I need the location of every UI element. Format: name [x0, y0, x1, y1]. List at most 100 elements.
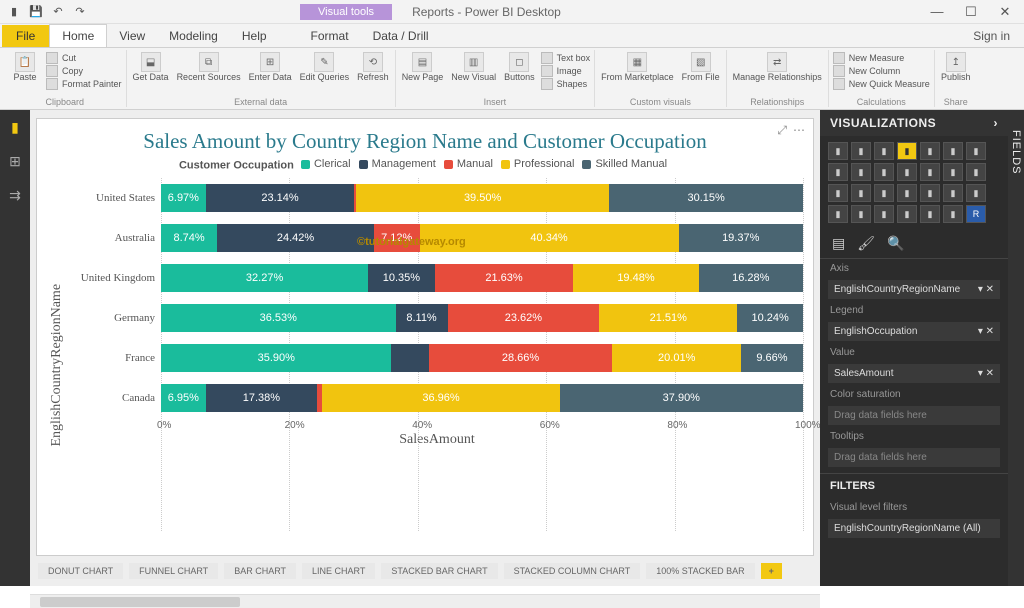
- tab-home[interactable]: Home: [49, 24, 107, 47]
- add-page-button[interactable]: +: [761, 563, 782, 579]
- bar-segment[interactable]: 24.42%: [217, 224, 374, 252]
- bar-segment[interactable]: 6.95%: [161, 384, 206, 412]
- bar-segment[interactable]: 19.37%: [679, 224, 803, 252]
- viz-pane-header[interactable]: VISUALIZATIONS›: [820, 110, 1008, 136]
- tab-help[interactable]: Help: [230, 25, 279, 47]
- viz-type-icon[interactable]: ▮: [874, 205, 894, 223]
- viz-type-icon[interactable]: ▮: [828, 163, 848, 181]
- bar-segment[interactable]: 6.97%: [161, 184, 206, 212]
- bar-segment[interactable]: 8.11%: [396, 304, 448, 332]
- viz-type-icon[interactable]: ▮: [966, 142, 986, 160]
- bar-segment[interactable]: 37.90%: [560, 384, 803, 412]
- format-tab-icon[interactable]: 🖌: [857, 235, 875, 252]
- viz-type-icon[interactable]: ▮: [828, 142, 848, 160]
- quick-measure-button[interactable]: New Quick Measure: [833, 78, 930, 90]
- page-tab[interactable]: LINE CHART: [302, 563, 375, 579]
- page-tab[interactable]: 100% STACKED BAR: [646, 563, 754, 579]
- viz-type-icon[interactable]: ▮: [920, 205, 940, 223]
- bar-segment[interactable]: 21.63%: [435, 264, 574, 292]
- bar-segment[interactable]: 36.96%: [322, 384, 559, 412]
- viz-type-icon[interactable]: ▮: [851, 163, 871, 181]
- bar-segment[interactable]: 36.53%: [161, 304, 396, 332]
- viz-type-icon[interactable]: R: [966, 205, 986, 223]
- filter-item[interactable]: EnglishCountryRegionName (All): [828, 519, 1000, 538]
- page-tab[interactable]: BAR CHART: [224, 563, 296, 579]
- maximize-button[interactable]: ☐: [956, 2, 986, 22]
- undo-icon[interactable]: ↶: [48, 2, 68, 22]
- cut-button[interactable]: Cut: [46, 52, 76, 64]
- viz-type-icon[interactable]: ▮: [966, 184, 986, 202]
- axis-field-well[interactable]: EnglishCountryRegionName▾ ✕: [828, 280, 1000, 299]
- minimize-button[interactable]: —: [922, 2, 952, 22]
- viz-type-icon[interactable]: ▮: [874, 142, 894, 160]
- save-icon[interactable]: 💾: [26, 2, 46, 22]
- viz-type-icon[interactable]: ▮: [851, 205, 871, 223]
- bar-segment[interactable]: 19.48%: [573, 264, 698, 292]
- page-tab[interactable]: DONUT CHART: [38, 563, 123, 579]
- from-file-button[interactable]: ▧From File: [680, 50, 722, 85]
- page-tab[interactable]: FUNNEL CHART: [129, 563, 218, 579]
- visual-container[interactable]: ⤢ ⋯ Sales Amount by Country Region Name …: [36, 118, 814, 556]
- fields-tab-icon[interactable]: ▤: [832, 235, 845, 252]
- image-button[interactable]: Image: [541, 65, 582, 77]
- new-page-button[interactable]: ▤New Page: [400, 50, 446, 85]
- legend-item[interactable]: Skilled Manual: [582, 158, 667, 170]
- buttons-button[interactable]: ◻Buttons: [502, 50, 537, 85]
- legend-item[interactable]: Clerical: [301, 158, 351, 170]
- viz-type-icon[interactable]: ▮: [966, 163, 986, 181]
- bar-segment[interactable]: [391, 344, 428, 372]
- manage-rel-button[interactable]: ⇄Manage Relationships: [731, 50, 824, 85]
- shapes-button[interactable]: Shapes: [541, 78, 588, 90]
- model-view-icon[interactable]: ⇉: [0, 178, 30, 212]
- format-painter-button[interactable]: Format Painter: [46, 78, 122, 90]
- viz-type-icon[interactable]: ▮: [897, 205, 917, 223]
- page-tab[interactable]: STACKED BAR CHART: [381, 563, 497, 579]
- bar-segment[interactable]: 28.66%: [429, 344, 613, 372]
- bar-segment[interactable]: 16.28%: [699, 264, 804, 292]
- tab-view[interactable]: View: [107, 25, 157, 47]
- new-column-button[interactable]: New Column: [833, 65, 901, 77]
- tooltips-field-well[interactable]: Drag data fields here: [828, 448, 1000, 467]
- bar-segment[interactable]: 8.74%: [161, 224, 217, 252]
- tab-file[interactable]: File: [2, 25, 49, 47]
- viz-type-icon[interactable]: ▮: [874, 184, 894, 202]
- viz-type-icon[interactable]: ▮: [943, 163, 963, 181]
- bar-segment[interactable]: 10.24%: [737, 304, 803, 332]
- bar-segment[interactable]: 17.38%: [206, 384, 318, 412]
- bar-segment[interactable]: 23.62%: [448, 304, 600, 332]
- bar-segment[interactable]: 39.50%: [356, 184, 610, 212]
- bar-segment[interactable]: 21.51%: [599, 304, 737, 332]
- tab-modeling[interactable]: Modeling: [157, 25, 230, 47]
- get-data-button[interactable]: ⬓Get Data: [131, 50, 171, 85]
- bar-segment[interactable]: 23.14%: [206, 184, 355, 212]
- analytics-tab-icon[interactable]: 🔍: [887, 235, 904, 252]
- refresh-button[interactable]: ⟲Refresh: [355, 50, 391, 85]
- marketplace-button[interactable]: ▦From Marketplace: [599, 50, 676, 85]
- paste-button[interactable]: 📋Paste: [8, 50, 42, 85]
- page-tab[interactable]: STACKED COLUMN CHART: [504, 563, 641, 579]
- sign-in-link[interactable]: Sign in: [959, 25, 1024, 47]
- new-visual-button[interactable]: ▥New Visual: [449, 50, 498, 85]
- viz-type-icon[interactable]: ▮: [851, 142, 871, 160]
- legend-item[interactable]: Professional: [501, 158, 575, 170]
- new-measure-button[interactable]: New Measure: [833, 52, 905, 64]
- viz-type-icon[interactable]: ▮: [920, 142, 940, 160]
- viz-type-icon[interactable]: ▮: [828, 184, 848, 202]
- tab-data-drill[interactable]: Data / Drill: [361, 25, 441, 47]
- textbox-button[interactable]: Text box: [541, 52, 591, 64]
- legend-item[interactable]: Manual: [444, 158, 493, 170]
- bar-segment[interactable]: 30.15%: [609, 184, 803, 212]
- viz-type-icon[interactable]: ▮: [943, 142, 963, 160]
- bar-segment[interactable]: 32.27%: [161, 264, 368, 292]
- edit-queries-button[interactable]: ✎Edit Queries: [298, 50, 352, 85]
- colorsat-field-well[interactable]: Drag data fields here: [828, 406, 1000, 425]
- data-view-icon[interactable]: ⊞: [0, 144, 30, 178]
- legend-field-well[interactable]: EnglishOccupation▾ ✕: [828, 322, 1000, 341]
- viz-type-icon[interactable]: ▮: [851, 184, 871, 202]
- tab-format[interactable]: Format: [299, 25, 361, 47]
- legend-item[interactable]: Management: [359, 158, 436, 170]
- value-field-well[interactable]: SalesAmount▾ ✕: [828, 364, 1000, 383]
- viz-type-icon[interactable]: ▮: [897, 142, 917, 160]
- fields-pane-collapsed[interactable]: FIELDS: [1008, 110, 1024, 586]
- viz-type-icon[interactable]: ▮: [943, 205, 963, 223]
